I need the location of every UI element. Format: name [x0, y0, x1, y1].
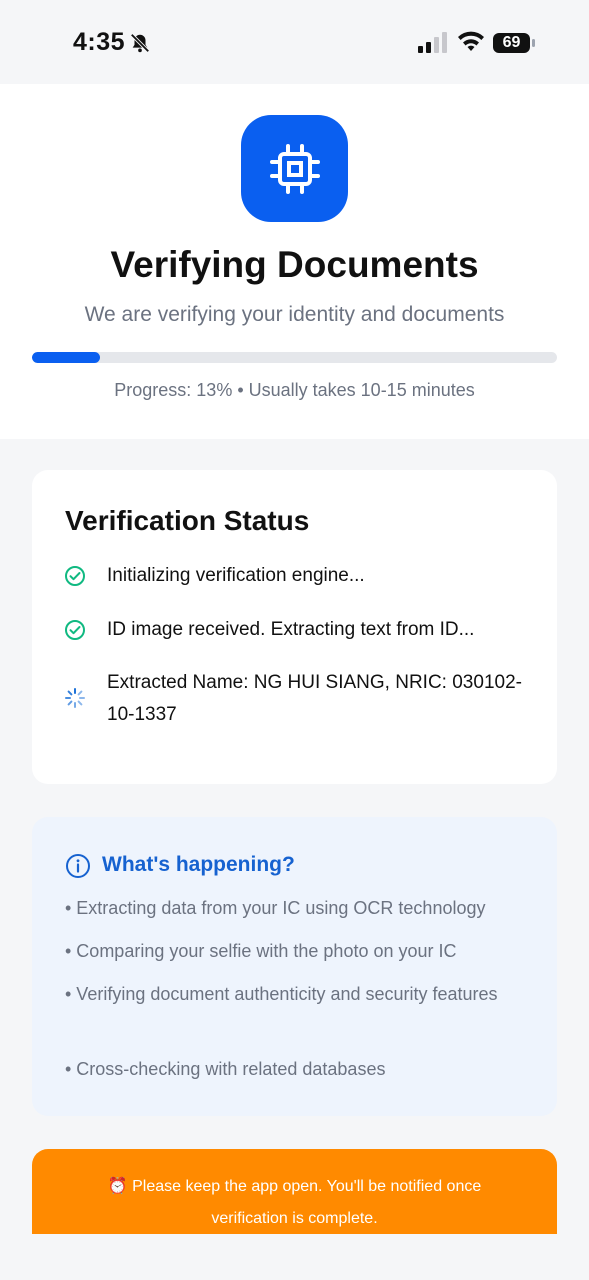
info-item: • Cross-checking with related databases — [65, 1059, 386, 1079]
verification-status-title: Verification Status — [65, 505, 310, 536]
info-card: What's happening? • Extracting data from… — [32, 817, 557, 1116]
info-item: • Extracting data from your IC using OCR… — [65, 898, 486, 918]
battery-level: 69 — [502, 34, 521, 51]
page-title: Verifying Documents — [110, 244, 479, 285]
verification-step-label: ID image received. Extracting text from … — [107, 619, 475, 640]
info-item: • Verifying document authenticity and se… — [65, 984, 498, 1004]
cellular-signal-icon — [418, 32, 447, 53]
page-subtitle: We are verifying your identity and docum… — [84, 303, 505, 326]
progress-bar — [32, 352, 557, 363]
progress-text: Progress: 13% • Usually takes 10-15 minu… — [114, 380, 475, 400]
info-circle-icon — [66, 854, 90, 878]
banner-text: ⏰ Please keep the app open. You'll be no… — [107, 1178, 482, 1227]
verification-step-label: Initializing verification engine... — [107, 565, 365, 586]
check-circle-icon — [65, 566, 85, 586]
cpu-chip-icon — [269, 143, 320, 194]
verification-step-label: Extracted Name: NG HUI SIANG, NRIC: 0301… — [107, 672, 522, 725]
header-section: Verifying Documents We are verifying you… — [0, 84, 589, 439]
loading-spinner-icon — [65, 688, 85, 708]
check-circle-icon — [65, 620, 85, 640]
keep-app-open-banner: ⏰ Please keep the app open. You'll be no… — [32, 1149, 557, 1234]
status-bar: 4:35 69 — [0, 0, 589, 84]
wifi-icon — [458, 31, 484, 51]
progress-bar-fill — [32, 352, 101, 363]
battery-icon: 69 — [492, 31, 536, 55]
app-logo — [241, 115, 348, 222]
info-item: • Comparing your selfie with the photo o… — [65, 941, 457, 961]
verification-status-card: Verification Status Initializing verific… — [32, 470, 557, 784]
info-title: What's happening? — [102, 853, 295, 876]
bell-muted-icon — [130, 33, 150, 53]
status-time: 4:35 — [73, 28, 126, 56]
